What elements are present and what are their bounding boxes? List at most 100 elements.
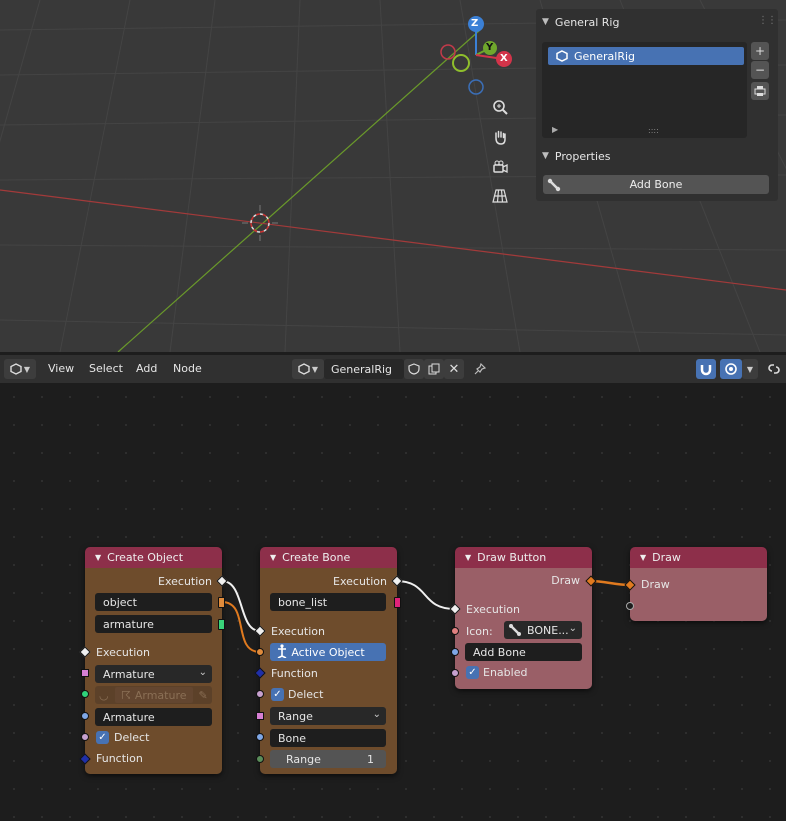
slider-label: Range	[286, 752, 321, 766]
socket-label: Draw	[551, 574, 580, 587]
delect-checkbox[interactable]: ✓	[271, 688, 284, 701]
name-socket[interactable]	[256, 733, 264, 741]
menu-add[interactable]: Add	[136, 362, 157, 375]
node-title: Draw	[652, 551, 681, 564]
node-header[interactable]: ▼ Draw	[630, 547, 767, 568]
chevron-down-icon: ⌄	[198, 667, 207, 678]
link-toggle-button[interactable]	[764, 359, 784, 379]
resize-handle-icon[interactable]: ::::	[648, 126, 659, 135]
dropdown-value: BONE...	[527, 623, 569, 637]
list-item-label: GeneralRig	[574, 49, 636, 63]
dropdown-value: Armature	[103, 667, 155, 681]
name-field[interactable]: Armature	[95, 708, 212, 726]
active-object-button[interactable]: Active Object	[270, 643, 386, 661]
type-socket[interactable]	[81, 669, 89, 677]
icon-dropdown[interactable]: BONE... ⌄	[504, 621, 582, 639]
menu-node[interactable]: Node	[173, 362, 202, 375]
chevron-down-icon[interactable]: ▼	[465, 553, 471, 562]
node-create-object[interactable]: ▼ Create Object Execution object armatur…	[85, 547, 222, 774]
range-value-socket[interactable]	[256, 755, 264, 763]
object-field[interactable]: object	[95, 593, 212, 611]
list-menu-button[interactable]	[751, 82, 769, 100]
icon-label: Icon:	[466, 625, 493, 638]
add-item-button[interactable]: +	[751, 42, 769, 60]
add-bone-button[interactable]: Add Bone	[543, 175, 769, 194]
menu-select[interactable]: Select	[89, 362, 123, 375]
browse-tree-button[interactable]: ▼	[292, 359, 324, 379]
panel-header-general-rig[interactable]: ▼ General Rig	[542, 11, 619, 33]
pin-button[interactable]	[470, 359, 490, 379]
chevron-down-icon[interactable]: ▼	[95, 553, 101, 562]
node-header[interactable]: ▼ Create Object	[85, 547, 222, 568]
pin-icon	[474, 363, 486, 375]
zoom-icon[interactable]	[492, 99, 516, 123]
bone-icon	[547, 178, 561, 192]
object-socket[interactable]	[218, 597, 225, 608]
panel-title: General Rig	[554, 15, 620, 29]
overlay-toggle-button[interactable]	[720, 359, 742, 379]
gizmo-z-label[interactable]: Z	[471, 18, 478, 29]
chevron-down-icon: ⌄	[568, 623, 577, 634]
panel-header-properties[interactable]: ▼ Properties	[542, 145, 611, 167]
delect-socket[interactable]	[256, 690, 264, 698]
enabled-checkbox[interactable]: ✓	[466, 666, 479, 679]
gizmo-x-label[interactable]: X	[500, 53, 508, 64]
delect-socket[interactable]	[81, 733, 89, 741]
type-dropdown[interactable]: Armature ⌄	[95, 665, 212, 683]
node-draw-button[interactable]: ▼ Draw Button Draw Execution Icon: BONE.…	[455, 547, 592, 689]
node-body	[630, 568, 767, 621]
menu-view[interactable]: View	[48, 362, 74, 375]
icon-socket[interactable]	[451, 627, 459, 635]
drag-handle-icon[interactable]: ⋮⋮	[758, 15, 777, 26]
eyedropper-icon[interactable]: ✎	[199, 689, 208, 702]
gizmo-y-label[interactable]: Y	[486, 42, 493, 53]
editor-type-button[interactable]: ▼	[4, 359, 36, 379]
duplicate-button[interactable]	[424, 359, 444, 379]
armature-data-field[interactable]: ◡ ☈ Armature ✎	[95, 686, 212, 704]
chevron-down-icon[interactable]: ▼	[640, 553, 646, 562]
node-header[interactable]: ▼ Draw Button	[455, 547, 592, 568]
armature-socket[interactable]	[218, 619, 225, 630]
data-socket[interactable]	[81, 690, 89, 698]
delect-checkbox[interactable]: ✓	[96, 731, 109, 744]
empty-socket[interactable]	[626, 602, 634, 610]
hand-icon[interactable]	[492, 129, 516, 153]
perspective-grid-icon[interactable]	[492, 188, 516, 212]
range-slider[interactable]: Range 1	[270, 750, 386, 768]
range-socket[interactable]	[256, 712, 264, 720]
edge-marker: ·	[0, 403, 1, 413]
socket-label: Execution	[466, 603, 520, 616]
name-socket[interactable]	[81, 712, 89, 720]
socket-label: Execution	[96, 646, 150, 659]
bone-list-field[interactable]: bone_list	[270, 593, 386, 611]
bone-list-socket[interactable]	[394, 597, 401, 608]
checkbox-label: Enabled	[483, 666, 528, 679]
node-create-bone[interactable]: ▼ Create Bone Execution bone_list Execut…	[260, 547, 397, 774]
expand-arrow-icon[interactable]: ▶	[552, 125, 558, 134]
slider-value: 1	[367, 753, 374, 766]
chevron-down-icon[interactable]: ▼	[270, 553, 276, 562]
object-in-socket[interactable]	[256, 648, 264, 656]
tree-name-field[interactable]: GeneralRig	[324, 359, 404, 379]
socket-label: Function	[96, 752, 143, 765]
armature-icon	[275, 644, 289, 661]
bone-name-field[interactable]: Bone	[270, 729, 386, 747]
unlink-button[interactable]: ✕	[444, 359, 464, 379]
node-draw[interactable]: ▼ Draw Draw	[630, 547, 767, 621]
remove-item-button[interactable]: −	[751, 61, 769, 79]
field-value: Add Bone	[473, 645, 526, 659]
overlay-dropdown[interactable]: ▼	[742, 359, 758, 379]
range-dropdown[interactable]: Range ⌄	[270, 707, 386, 725]
list-item[interactable]: GeneralRig	[548, 47, 744, 65]
printer-icon	[754, 86, 766, 96]
armature-field[interactable]: armature	[95, 615, 212, 633]
node-header[interactable]: ▼ Create Bone	[260, 547, 397, 568]
button-text-field[interactable]: Add Bone	[465, 643, 582, 661]
fake-user-button[interactable]	[404, 359, 424, 379]
node-title: Draw Button	[477, 551, 547, 564]
snap-toggle-button[interactable]	[696, 359, 716, 379]
camera-icon[interactable]	[492, 159, 516, 183]
copy-icon	[428, 363, 440, 375]
enabled-socket[interactable]	[451, 669, 459, 677]
text-socket[interactable]	[451, 648, 459, 656]
